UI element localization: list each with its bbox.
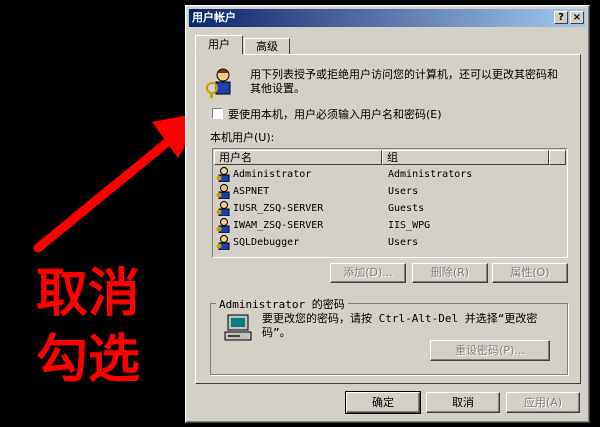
user-icon	[216, 235, 230, 250]
row-group: Users	[388, 237, 419, 248]
table-row[interactable]: ASPNET Users	[216, 184, 566, 200]
ok-button[interactable]: 确定	[345, 391, 421, 414]
column-header-group[interactable]: 组	[382, 150, 549, 165]
table-row[interactable]: SQLDebugger Users	[216, 235, 566, 251]
user-icon	[216, 218, 230, 233]
cancel-button[interactable]: 取消	[426, 392, 500, 413]
tab-advanced[interactable]: 高级	[244, 38, 290, 54]
user-icon	[216, 167, 230, 182]
help-button[interactable]: ?	[554, 11, 568, 24]
close-button[interactable]: ×	[570, 11, 584, 24]
users-list-label: 本机用户(U):	[210, 131, 275, 144]
user-icon	[216, 184, 230, 199]
row-username: SQLDebugger	[233, 237, 300, 248]
row-username: ASPNET	[233, 186, 270, 197]
reset-password-button[interactable]: 重设密码(P)...	[430, 340, 550, 361]
intro-text: 用下列表授予或拒绝用户访问您的计算机，还可以更改其密码和其他设置。	[250, 68, 558, 95]
table-row[interactable]: IUSR_ZSQ-SERVER Guests	[216, 201, 566, 217]
computer-icon	[224, 314, 252, 341]
table-row[interactable]: IWAM_ZSQ-SERVER IIS_WPG	[216, 218, 566, 234]
password-group-title: Administrator 的密码	[216, 296, 348, 312]
column-header-username[interactable]: 用户名	[214, 150, 382, 165]
table-row[interactable]: Administrator Administrators	[216, 167, 566, 183]
annotation-text-line1: 取消	[36, 264, 141, 324]
user-accounts-dialog: 用户帐户 ? × 用户 高级 用下列表授予或拒绝用户访问您的计算机，还可以更改其…	[185, 5, 590, 423]
row-group: IIS_WPG	[388, 220, 431, 231]
remove-user-button[interactable]: 删除(R)	[412, 263, 488, 283]
row-username: Administrator	[233, 169, 312, 180]
row-group: Guests	[388, 203, 425, 214]
row-username: IWAM_ZSQ-SERVER	[233, 220, 324, 231]
window-title: 用户帐户	[192, 11, 236, 24]
users-table[interactable]: 用户名 组 Administrator Administrators ASPNE…	[212, 148, 568, 258]
title-bar[interactable]: 用户帐户 ? ×	[189, 9, 586, 27]
apply-button[interactable]: 应用(A)	[506, 392, 580, 413]
users-icon	[206, 68, 231, 98]
row-username: IUSR_ZSQ-SERVER	[233, 203, 324, 214]
row-group: Users	[388, 186, 419, 197]
add-user-button[interactable]: 添加(D)...	[330, 263, 406, 283]
require-login-label[interactable]: 要使用本机，用户必须输入用户名和密码(E)	[228, 106, 442, 122]
user-properties-button[interactable]: 属性(O)	[492, 263, 568, 283]
tab-users[interactable]: 用户	[195, 35, 243, 55]
annotation-text-line2: 勾选	[36, 330, 141, 390]
row-group: Administrators	[388, 169, 473, 180]
column-header-filler	[549, 150, 566, 165]
require-login-checkbox[interactable]	[212, 108, 223, 119]
user-icon	[216, 201, 230, 216]
password-instructions: 要更改您的密码，请按 Ctrl-Alt-Del 并选择“更改密码”。	[262, 312, 538, 339]
